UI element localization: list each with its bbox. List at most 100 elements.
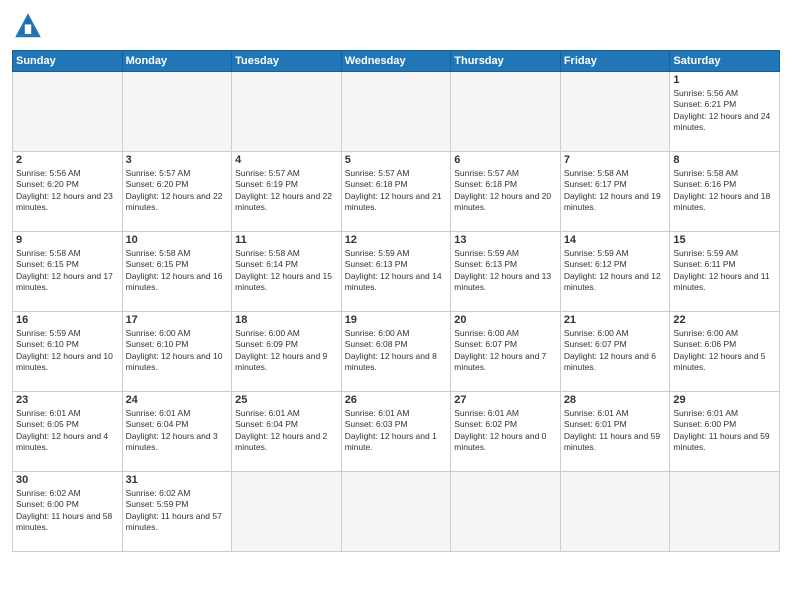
- day-number: 1: [673, 74, 776, 86]
- day-number: 20: [454, 314, 557, 326]
- calendar-cell: 6 Sunrise: 5:57 AM Sunset: 6:18 PM Daylig…: [451, 152, 561, 232]
- calendar-cell: [122, 72, 232, 152]
- calendar-week-row: 1Sunrise: 5:56 AM Sunset: 6:21 PM Daylig…: [13, 72, 780, 152]
- day-number: 2: [16, 154, 119, 166]
- calendar-week-row: 9 Sunrise: 5:58 AM Sunset: 6:15 PM Daylig…: [13, 232, 780, 312]
- calendar-cell: 28 Sunrise: 6:01 AM Sunset: 6:01 PM Dayli…: [560, 392, 670, 472]
- day-info: Sunrise: 6:01 AM Sunset: 6:01 PM Dayligh…: [564, 408, 667, 454]
- day-info: Sunrise: 5:57 AM Sunset: 6:20 PM Dayligh…: [126, 168, 229, 214]
- day-info: Sunrise: 5:56 AM Sunset: 6:20 PM Dayligh…: [16, 168, 119, 214]
- calendar-cell: 11 Sunrise: 5:58 AM Sunset: 6:14 PM Dayli…: [232, 232, 342, 312]
- day-number: 30: [16, 474, 119, 486]
- day-info: Sunrise: 6:00 AM Sunset: 6:09 PM Dayligh…: [235, 328, 338, 374]
- day-number: 26: [345, 394, 448, 406]
- calendar-cell: 20Sunrise: 6:00 AM Sunset: 6:07 PM Dayli…: [451, 312, 561, 392]
- day-number: 27: [454, 394, 557, 406]
- day-number: 7: [564, 154, 667, 166]
- day-number: 4: [235, 154, 338, 166]
- day-info: Sunrise: 5:58 AM Sunset: 6:17 PM Dayligh…: [564, 168, 667, 214]
- calendar-cell: 17 Sunrise: 6:00 AM Sunset: 6:10 PM Dayli…: [122, 312, 232, 392]
- day-number: 17: [126, 314, 229, 326]
- calendar-cell: [560, 472, 670, 552]
- logo: [12, 10, 48, 42]
- day-info: Sunrise: 5:58 AM Sunset: 6:15 PM Dayligh…: [16, 248, 119, 294]
- calendar-cell: [560, 72, 670, 152]
- calendar-cell: 18 Sunrise: 6:00 AM Sunset: 6:09 PM Dayli…: [232, 312, 342, 392]
- calendar-cell: 25 Sunrise: 6:01 AM Sunset: 6:04 PM Dayli…: [232, 392, 342, 472]
- calendar-cell: 15 Sunrise: 5:59 AM Sunset: 6:11 PM Dayli…: [670, 232, 780, 312]
- day-info: Sunrise: 5:59 AM Sunset: 6:11 PM Dayligh…: [673, 248, 776, 294]
- day-number: 11: [235, 234, 338, 246]
- day-number: 21: [564, 314, 667, 326]
- calendar-cell: 19 Sunrise: 6:00 AM Sunset: 6:08 PM Dayli…: [341, 312, 451, 392]
- day-number: 6: [454, 154, 557, 166]
- calendar-cell: 1Sunrise: 5:56 AM Sunset: 6:21 PM Daylig…: [670, 72, 780, 152]
- calendar-cell: [341, 472, 451, 552]
- day-info: Sunrise: 5:58 AM Sunset: 6:15 PM Dayligh…: [126, 248, 229, 294]
- day-number: 5: [345, 154, 448, 166]
- calendar-cell: 7 Sunrise: 5:58 AM Sunset: 6:17 PM Daylig…: [560, 152, 670, 232]
- day-info: Sunrise: 6:01 AM Sunset: 6:04 PM Dayligh…: [126, 408, 229, 454]
- weekday-header: Friday: [560, 51, 670, 72]
- day-number: 13: [454, 234, 557, 246]
- day-info: Sunrise: 6:00 AM Sunset: 6:06 PM Dayligh…: [673, 328, 776, 374]
- weekday-header: Saturday: [670, 51, 780, 72]
- calendar-cell: [670, 472, 780, 552]
- calendar-cell: [341, 72, 451, 152]
- day-info: Sunrise: 5:59 AM Sunset: 6:13 PM Dayligh…: [345, 248, 448, 294]
- day-number: 16: [16, 314, 119, 326]
- day-info: Sunrise: 6:01 AM Sunset: 6:02 PM Dayligh…: [454, 408, 557, 454]
- calendar-cell: 13 Sunrise: 5:59 AM Sunset: 6:13 PM Dayli…: [451, 232, 561, 312]
- day-number: 19: [345, 314, 448, 326]
- day-number: 24: [126, 394, 229, 406]
- day-info: Sunrise: 5:59 AM Sunset: 6:13 PM Dayligh…: [454, 248, 557, 294]
- day-number: 14: [564, 234, 667, 246]
- day-info: Sunrise: 5:57 AM Sunset: 6:19 PM Dayligh…: [235, 168, 338, 214]
- calendar-cell: [232, 472, 342, 552]
- day-number: 9: [16, 234, 119, 246]
- header: [12, 10, 780, 42]
- day-info: Sunrise: 6:00 AM Sunset: 6:08 PM Dayligh…: [345, 328, 448, 374]
- day-info: Sunrise: 5:59 AM Sunset: 6:10 PM Dayligh…: [16, 328, 119, 374]
- day-info: Sunrise: 6:01 AM Sunset: 6:00 PM Dayligh…: [673, 408, 776, 454]
- weekday-header: Wednesday: [341, 51, 451, 72]
- day-info: Sunrise: 5:58 AM Sunset: 6:16 PM Dayligh…: [673, 168, 776, 214]
- day-info: Sunrise: 5:57 AM Sunset: 6:18 PM Dayligh…: [454, 168, 557, 214]
- calendar-cell: [451, 472, 561, 552]
- day-info: Sunrise: 6:00 AM Sunset: 6:07 PM Dayligh…: [564, 328, 667, 374]
- day-info: Sunrise: 6:00 AM Sunset: 6:10 PM Dayligh…: [126, 328, 229, 374]
- day-number: 28: [564, 394, 667, 406]
- calendar-cell: 23 Sunrise: 6:01 AM Sunset: 6:05 PM Dayli…: [13, 392, 123, 472]
- calendar-cell: 3Sunrise: 5:57 AM Sunset: 6:20 PM Daylig…: [122, 152, 232, 232]
- calendar: SundayMondayTuesdayWednesdayThursdayFrid…: [12, 50, 780, 552]
- day-info: Sunrise: 5:58 AM Sunset: 6:14 PM Dayligh…: [235, 248, 338, 294]
- calendar-week-row: 2 Sunrise: 5:56 AM Sunset: 6:20 PM Daylig…: [13, 152, 780, 232]
- calendar-cell: 29 Sunrise: 6:01 AM Sunset: 6:00 PM Dayli…: [670, 392, 780, 472]
- day-number: 23: [16, 394, 119, 406]
- day-number: 12: [345, 234, 448, 246]
- day-info: Sunrise: 6:01 AM Sunset: 6:05 PM Dayligh…: [16, 408, 119, 454]
- calendar-cell: [13, 72, 123, 152]
- calendar-cell: 14 Sunrise: 5:59 AM Sunset: 6:12 PM Dayli…: [560, 232, 670, 312]
- day-number: 29: [673, 394, 776, 406]
- calendar-cell: 21 Sunrise: 6:00 AM Sunset: 6:07 PM Dayli…: [560, 312, 670, 392]
- day-number: 10: [126, 234, 229, 246]
- day-info: Sunrise: 6:01 AM Sunset: 6:04 PM Dayligh…: [235, 408, 338, 454]
- calendar-cell: [451, 72, 561, 152]
- day-number: 18: [235, 314, 338, 326]
- calendar-cell: 24 Sunrise: 6:01 AM Sunset: 6:04 PM Dayli…: [122, 392, 232, 472]
- calendar-cell: 22 Sunrise: 6:00 AM Sunset: 6:06 PM Dayli…: [670, 312, 780, 392]
- day-number: 22: [673, 314, 776, 326]
- day-info: Sunrise: 5:59 AM Sunset: 6:12 PM Dayligh…: [564, 248, 667, 294]
- weekday-header: Thursday: [451, 51, 561, 72]
- calendar-cell: 4 Sunrise: 5:57 AM Sunset: 6:19 PM Daylig…: [232, 152, 342, 232]
- page: SundayMondayTuesdayWednesdayThursdayFrid…: [0, 0, 792, 612]
- day-info: Sunrise: 6:01 AM Sunset: 6:03 PM Dayligh…: [345, 408, 448, 454]
- day-number: 31: [126, 474, 229, 486]
- weekday-header: Tuesday: [232, 51, 342, 72]
- day-number: 25: [235, 394, 338, 406]
- calendar-cell: 31Sunrise: 6:02 AM Sunset: 5:59 PM Dayli…: [122, 472, 232, 552]
- day-number: 15: [673, 234, 776, 246]
- weekday-header: Sunday: [13, 51, 123, 72]
- calendar-cell: 26 Sunrise: 6:01 AM Sunset: 6:03 PM Dayli…: [341, 392, 451, 472]
